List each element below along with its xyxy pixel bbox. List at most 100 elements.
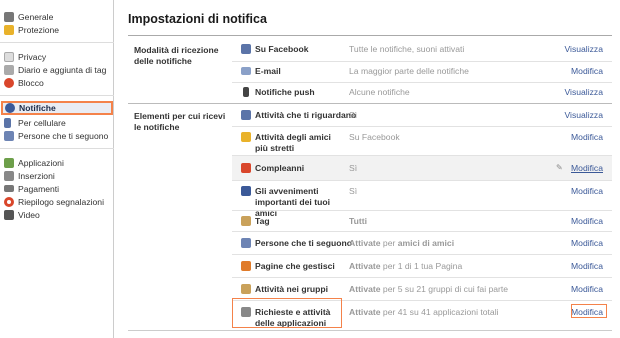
settings-row: Notifiche push Alcune notifiche Visualiz… bbox=[232, 83, 612, 103]
row-name: Attività degli amici più stretti bbox=[255, 132, 331, 153]
page-title: Impostazioni di notifica bbox=[128, 12, 267, 26]
gift-icon bbox=[241, 163, 251, 173]
sidebar-item-privacy[interactable]: Privacy bbox=[0, 50, 114, 63]
row-value: Sì bbox=[349, 186, 358, 196]
star-icon bbox=[241, 132, 251, 142]
sidebar-item-inserzioni[interactable]: Inserzioni bbox=[0, 169, 114, 182]
settings-row: Attività nei gruppi Attivate per 5 su 21… bbox=[232, 278, 612, 300]
row-value: Attivate per amici di amici bbox=[349, 238, 455, 248]
sidebar-item-label: Privacy bbox=[18, 51, 47, 62]
settings-row: Su Facebook Tutte le notifiche, suoni at… bbox=[232, 38, 612, 61]
settings-row: Tag Tutti Modifica bbox=[232, 211, 612, 231]
settings-row-hovered: Compleanni Sì ✎ Modifica bbox=[232, 156, 612, 180]
section-divider bbox=[128, 330, 612, 331]
apps-icon bbox=[4, 157, 14, 168]
followers-icon bbox=[241, 238, 251, 248]
row-value: Attivate per 41 su 41 applicazioni total… bbox=[349, 307, 499, 317]
sidebar-item-label: Diario e aggiunta di tag bbox=[18, 64, 107, 75]
highlight-app-requests bbox=[232, 298, 342, 328]
edit-link[interactable]: Modifica bbox=[571, 163, 603, 173]
person-icon bbox=[241, 110, 251, 120]
row-name: Tag bbox=[255, 216, 270, 226]
view-link[interactable]: Visualizza bbox=[564, 44, 603, 54]
sidebar-item-label: Generale bbox=[18, 11, 54, 22]
row-value: Alcune notifiche bbox=[349, 87, 410, 97]
row-name: Compleanni bbox=[255, 163, 305, 173]
row-value: Su Facebook bbox=[349, 132, 400, 142]
row-value: La maggior parte delle notifiche bbox=[349, 66, 469, 76]
row-value: Attivate per 1 di 1 tua Pagina bbox=[349, 261, 463, 271]
sidebar-item-pagamenti[interactable]: Pagamenti bbox=[0, 182, 114, 195]
settings-row: Attività degli amici più stretti Su Face… bbox=[232, 127, 612, 155]
sidebar-item-label: Protezione bbox=[18, 24, 60, 35]
row-value: Tutte le notifiche, suoni attivati bbox=[349, 44, 465, 54]
groups-icon bbox=[241, 284, 251, 294]
view-link[interactable]: Visualizza bbox=[564, 110, 603, 120]
rss-icon bbox=[4, 130, 14, 141]
sidebar: Generale Protezione Privacy Diario e agg… bbox=[0, 0, 114, 338]
pencil-icon: ✎ bbox=[556, 163, 563, 172]
section-label-items: Elementi per cui ricevi le notifiche bbox=[134, 111, 226, 132]
globe-icon bbox=[5, 103, 15, 113]
sidebar-item-label: Blocco bbox=[18, 77, 44, 88]
sidebar-divider bbox=[0, 95, 114, 96]
flag-icon bbox=[241, 186, 251, 196]
settings-row: Pagine che gestisci Attivate per 1 di 1 … bbox=[232, 255, 612, 277]
section-label-delivery: Modalità di ricezione delle notifiche bbox=[134, 45, 219, 66]
sidebar-divider bbox=[0, 148, 114, 149]
sidebar-item-video[interactable]: Video bbox=[0, 208, 114, 221]
edit-link[interactable]: Modifica bbox=[571, 186, 603, 196]
sidebar-item-label: Video bbox=[18, 209, 40, 220]
sidebar-item-label: Inserzioni bbox=[18, 170, 55, 181]
edit-link[interactable]: Modifica bbox=[571, 238, 603, 248]
settings-row: Gli avvenimenti importanti dei tuoi amic… bbox=[232, 181, 612, 218]
row-name: Su Facebook bbox=[255, 44, 309, 54]
settings-row: Attività che ti riguardano Sì Visualizza bbox=[232, 104, 612, 126]
header-divider bbox=[128, 35, 612, 36]
gears-icon bbox=[4, 11, 14, 22]
timeline-icon bbox=[4, 64, 14, 75]
phone-icon bbox=[4, 117, 11, 128]
card-icon bbox=[4, 185, 14, 192]
sidebar-item-label: Notifiche bbox=[19, 103, 56, 113]
sidebar-item-label: Riepilogo segnalazioni bbox=[18, 196, 104, 207]
sidebar-item-label: Applicazioni bbox=[18, 157, 64, 168]
lifebuoy-icon bbox=[4, 196, 14, 207]
sidebar-item-blocco[interactable]: Blocco bbox=[0, 76, 114, 89]
sidebar-item-cellulare[interactable]: Per cellulare bbox=[0, 116, 114, 129]
sidebar-item-applicazioni[interactable]: Applicazioni bbox=[0, 156, 114, 169]
sidebar-item-protezione[interactable]: Protezione bbox=[0, 23, 114, 36]
lock-icon bbox=[4, 51, 14, 62]
block-icon bbox=[4, 77, 14, 88]
row-value: Sì bbox=[349, 110, 358, 120]
settings-row: Persone che ti seguono Attivate per amic… bbox=[232, 232, 612, 254]
ads-icon bbox=[4, 170, 14, 181]
sidebar-item-notifiche[interactable]: Notifiche bbox=[1, 101, 113, 115]
edit-link[interactable]: Modifica bbox=[571, 284, 603, 294]
sidebar-item-label: Pagamenti bbox=[18, 183, 60, 194]
shield-icon bbox=[4, 24, 14, 35]
row-value: Sì bbox=[349, 163, 358, 173]
edit-link[interactable]: Modifica bbox=[571, 66, 603, 76]
video-icon bbox=[4, 209, 14, 220]
email-icon bbox=[241, 67, 251, 75]
mobile-icon bbox=[243, 87, 249, 97]
edit-link[interactable]: Modifica bbox=[571, 132, 603, 142]
highlight-edit-link bbox=[571, 304, 607, 318]
sidebar-item-label: Per cellulare bbox=[18, 117, 66, 128]
settings-row: E-mail La maggior parte delle notifiche … bbox=[232, 62, 612, 82]
sidebar-item-riepilogo[interactable]: Riepilogo segnalazioni bbox=[0, 195, 114, 208]
list-icon bbox=[241, 44, 251, 54]
sidebar-item-persone-seguono[interactable]: Persone che ti seguono bbox=[0, 129, 114, 142]
edit-link[interactable]: Modifica bbox=[571, 261, 603, 271]
row-name: Notifiche push bbox=[255, 87, 315, 97]
sidebar-item-label: Persone che ti seguono bbox=[18, 130, 109, 141]
pages-icon bbox=[241, 261, 251, 271]
sidebar-item-generale[interactable]: Generale bbox=[0, 10, 114, 23]
tag-icon bbox=[241, 216, 251, 226]
view-link[interactable]: Visualizza bbox=[564, 87, 603, 97]
row-value: Attivate per 5 su 21 gruppi di cui fai p… bbox=[349, 284, 509, 294]
edit-link[interactable]: Modifica bbox=[571, 216, 603, 226]
row-value: Tutti bbox=[349, 216, 367, 226]
sidebar-item-diario[interactable]: Diario e aggiunta di tag bbox=[0, 63, 114, 76]
